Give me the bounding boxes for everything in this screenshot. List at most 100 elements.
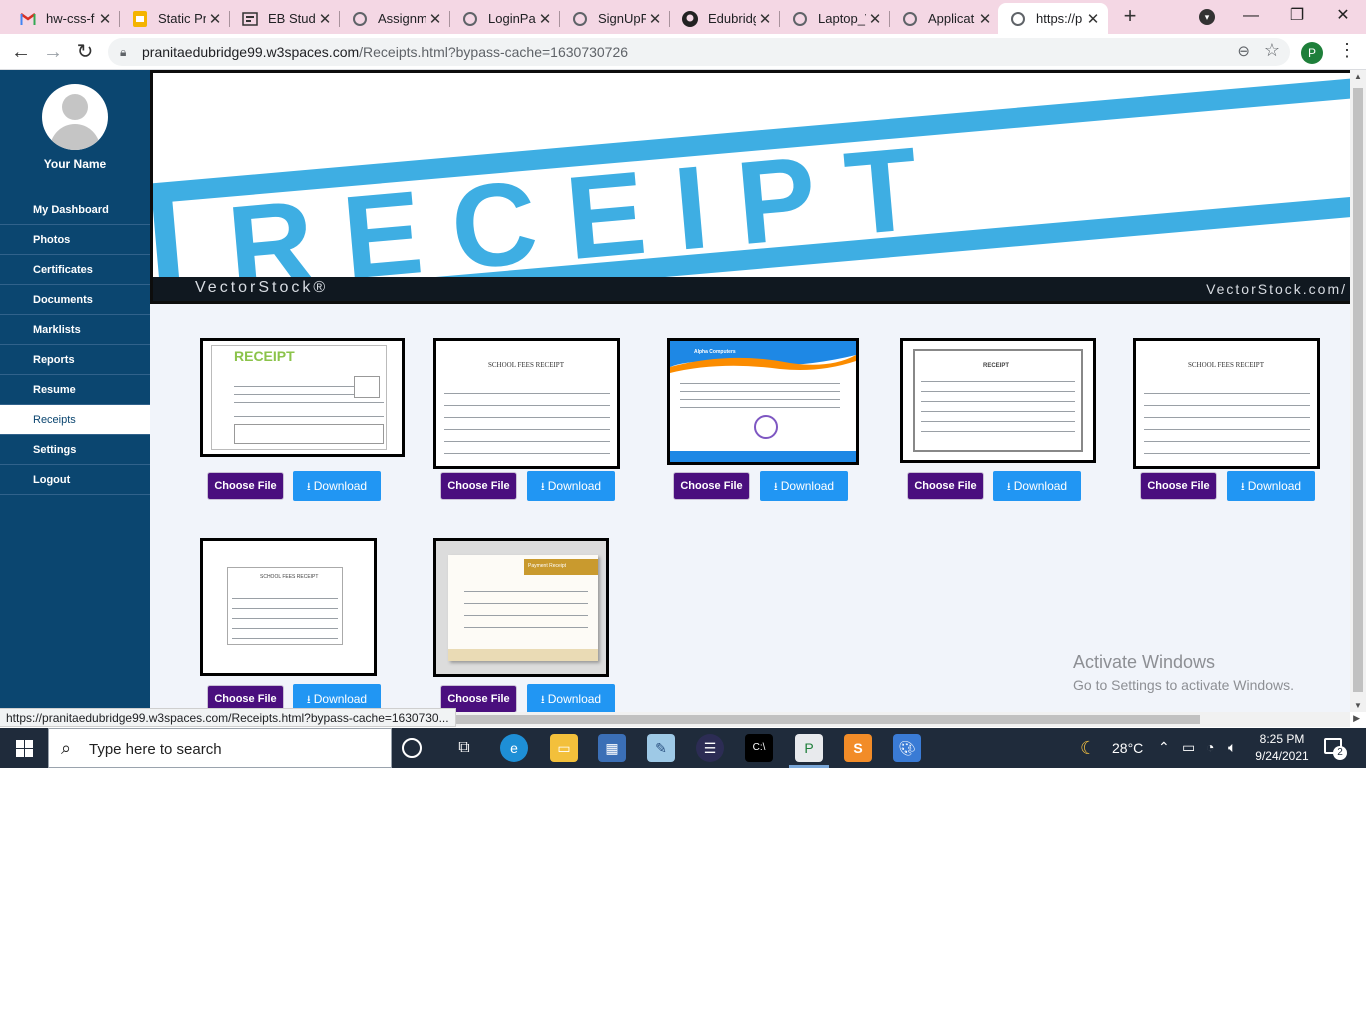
receipt-header-wave: [670, 341, 856, 462]
choose-file-button[interactable]: Choose File: [673, 472, 750, 500]
window-close-button[interactable]: ✕: [1320, 4, 1366, 30]
chrome-profile-icon[interactable]: P: [795, 734, 823, 762]
browser-tab[interactable]: Assignm ✕: [340, 3, 450, 34]
receipt-glitter: [448, 649, 598, 661]
download-button[interactable]: ⭳ Download: [293, 471, 381, 501]
cortana-icon[interactable]: [402, 738, 422, 758]
eclipse-icon[interactable]: ☰: [696, 734, 724, 762]
new-tab-button[interactable]: +: [1118, 5, 1142, 29]
scrollbar-thumb[interactable]: [440, 715, 1200, 724]
taskbar-search-input[interactable]: ⌕ Type here to search: [48, 728, 392, 768]
browser-tab[interactable]: Edubridg ✕: [670, 3, 780, 34]
more-menu-icon[interactable]: ⋮: [1338, 40, 1356, 61]
receipt-thumbnail[interactable]: SCHOOL FEES RECEIPT: [1133, 338, 1320, 469]
globe-icon: [1010, 11, 1026, 27]
download-button[interactable]: ⭳ Download: [527, 684, 615, 712]
tab-title: Applicat: [928, 11, 975, 26]
receipt-thumbnail[interactable]: SCHOOL FEES RECEIPT: [200, 538, 377, 676]
bookmark-star-icon[interactable]: ☆: [1264, 40, 1280, 61]
sidebar-item-resume[interactable]: Resume: [0, 375, 150, 405]
chevron-up-icon[interactable]: ⌃: [1158, 739, 1170, 756]
reload-icon[interactable]: ↻: [72, 39, 98, 65]
minimize-button[interactable]: —: [1228, 4, 1274, 30]
sidebar-item-marklists[interactable]: Marklists: [0, 315, 150, 345]
wifi-icon[interactable]: ◔: [1206, 739, 1214, 755]
url-text[interactable]: pranitaedubridge99.w3spaces.com/Receipts…: [142, 44, 628, 60]
sidebar-item-documents[interactable]: Documents: [0, 285, 150, 315]
close-icon[interactable]: ✕: [206, 10, 224, 28]
browser-tab[interactable]: SignUpP ✕: [560, 3, 670, 34]
clock-date[interactable]: 9/24/2021: [1250, 749, 1314, 763]
paint-icon[interactable]: 🎨︎: [893, 734, 921, 762]
globe-icon: [572, 11, 588, 27]
sidebar-item-logout[interactable]: Logout: [0, 465, 150, 495]
weather-temperature[interactable]: 28°C: [1112, 740, 1143, 756]
sidebar-item-certificates[interactable]: Certificates: [0, 255, 150, 285]
scroll-up-icon[interactable]: ▲: [1354, 72, 1362, 81]
sidebar-item-photos[interactable]: Photos: [0, 225, 150, 255]
volume-icon[interactable]: 🔈︎: [1228, 739, 1236, 756]
file-explorer-icon[interactable]: ▭: [550, 734, 578, 762]
browser-tab[interactable]: hw-css-f ✕: [8, 3, 120, 34]
address-bar[interactable]: 🔒︎ pranitaedubridge99.w3spaces.com/Recei…: [108, 38, 1290, 66]
close-icon[interactable]: ✕: [316, 10, 334, 28]
task-view-icon[interactable]: ⧉: [450, 734, 478, 762]
close-icon[interactable]: ✕: [866, 10, 884, 28]
terminal-icon[interactable]: C:\: [745, 734, 773, 762]
back-arrow-icon[interactable]: ←: [8, 39, 34, 65]
receipt-thumbnail[interactable]: RECEIPT: [900, 338, 1096, 463]
sidebar: Your Name My Dashboard Photos Certificat…: [0, 70, 150, 712]
download-button[interactable]: ⭳ Download: [1227, 471, 1315, 501]
sidebar-item-settings[interactable]: Settings: [0, 435, 150, 465]
close-icon[interactable]: ✕: [756, 10, 774, 28]
battery-icon[interactable]: ▭: [1182, 739, 1195, 756]
choose-file-button[interactable]: Choose File: [1140, 472, 1217, 500]
browser-tab[interactable]: Static Pr ✕: [120, 3, 230, 34]
sidebar-item-dashboard[interactable]: My Dashboard: [0, 195, 150, 225]
banner-brand-right: VectorStock.com/: [1206, 281, 1347, 297]
tab-search-icon[interactable]: ▾: [1199, 9, 1215, 25]
choose-file-button[interactable]: Choose File: [907, 472, 984, 500]
sublime-icon[interactable]: S: [844, 734, 872, 762]
avatar-body: [50, 124, 100, 150]
profile-avatar[interactable]: P: [1301, 42, 1323, 64]
scrollbar-thumb[interactable]: [1353, 88, 1363, 692]
receipt-form: Payment Receipt: [448, 555, 598, 661]
choose-file-button[interactable]: Choose File: [440, 472, 517, 500]
close-icon[interactable]: ✕: [646, 10, 664, 28]
close-icon[interactable]: ✕: [536, 10, 554, 28]
weather-moon-icon[interactable]: ☾: [1080, 738, 1096, 759]
sidebar-item-receipts[interactable]: Receipts: [0, 405, 150, 435]
browser-tab[interactable]: Laptop_V ✕: [780, 3, 890, 34]
close-icon[interactable]: ✕: [1084, 10, 1102, 28]
forward-arrow-icon[interactable]: →: [40, 39, 66, 65]
sidebar-item-reports[interactable]: Reports: [0, 345, 150, 375]
close-icon[interactable]: ✕: [976, 10, 994, 28]
notepad-icon[interactable]: ✎: [647, 734, 675, 762]
browser-tab[interactable]: LoginPag ✕: [450, 3, 560, 34]
receipt-thumbnail[interactable]: SCHOOL FEES RECEIPT: [433, 338, 620, 469]
browser-tab[interactable]: EB Stude ✕: [230, 3, 340, 34]
close-icon[interactable]: ✕: [96, 10, 114, 28]
store-icon[interactable]: ▦: [598, 734, 626, 762]
browser-tab-active[interactable]: https://p ✕: [998, 3, 1108, 34]
windows-start-icon[interactable]: [0, 728, 48, 768]
vertical-scrollbar[interactable]: ▲ ▼: [1350, 70, 1366, 712]
scroll-down-icon[interactable]: ▼: [1354, 701, 1362, 710]
download-button[interactable]: ⭳ Download: [760, 471, 848, 501]
receipt-title: RECEIPT: [234, 348, 295, 364]
restore-button[interactable]: ❐: [1274, 4, 1320, 30]
receipt-title: SCHOOL FEES RECEIPT: [488, 361, 564, 369]
browser-tab[interactable]: Applicat ✕: [890, 3, 1000, 34]
close-icon[interactable]: ✕: [426, 10, 444, 28]
zoom-icon[interactable]: ⊖: [1237, 42, 1250, 60]
clock-time[interactable]: 8:25 PM: [1250, 732, 1314, 746]
receipt-thumbnail[interactable]: Payment Receipt: [433, 538, 609, 677]
download-button[interactable]: ⭳ Download: [527, 471, 615, 501]
scroll-right-icon[interactable]: ▶: [1353, 713, 1360, 724]
download-button[interactable]: ⭳ Download: [993, 471, 1081, 501]
edge-icon[interactable]: e: [500, 734, 528, 762]
receipt-thumbnail[interactable]: RECEIPT: [200, 338, 405, 457]
receipt-thumbnail[interactable]: Alpha Computers: [667, 338, 859, 465]
choose-file-button[interactable]: Choose File: [207, 472, 284, 500]
